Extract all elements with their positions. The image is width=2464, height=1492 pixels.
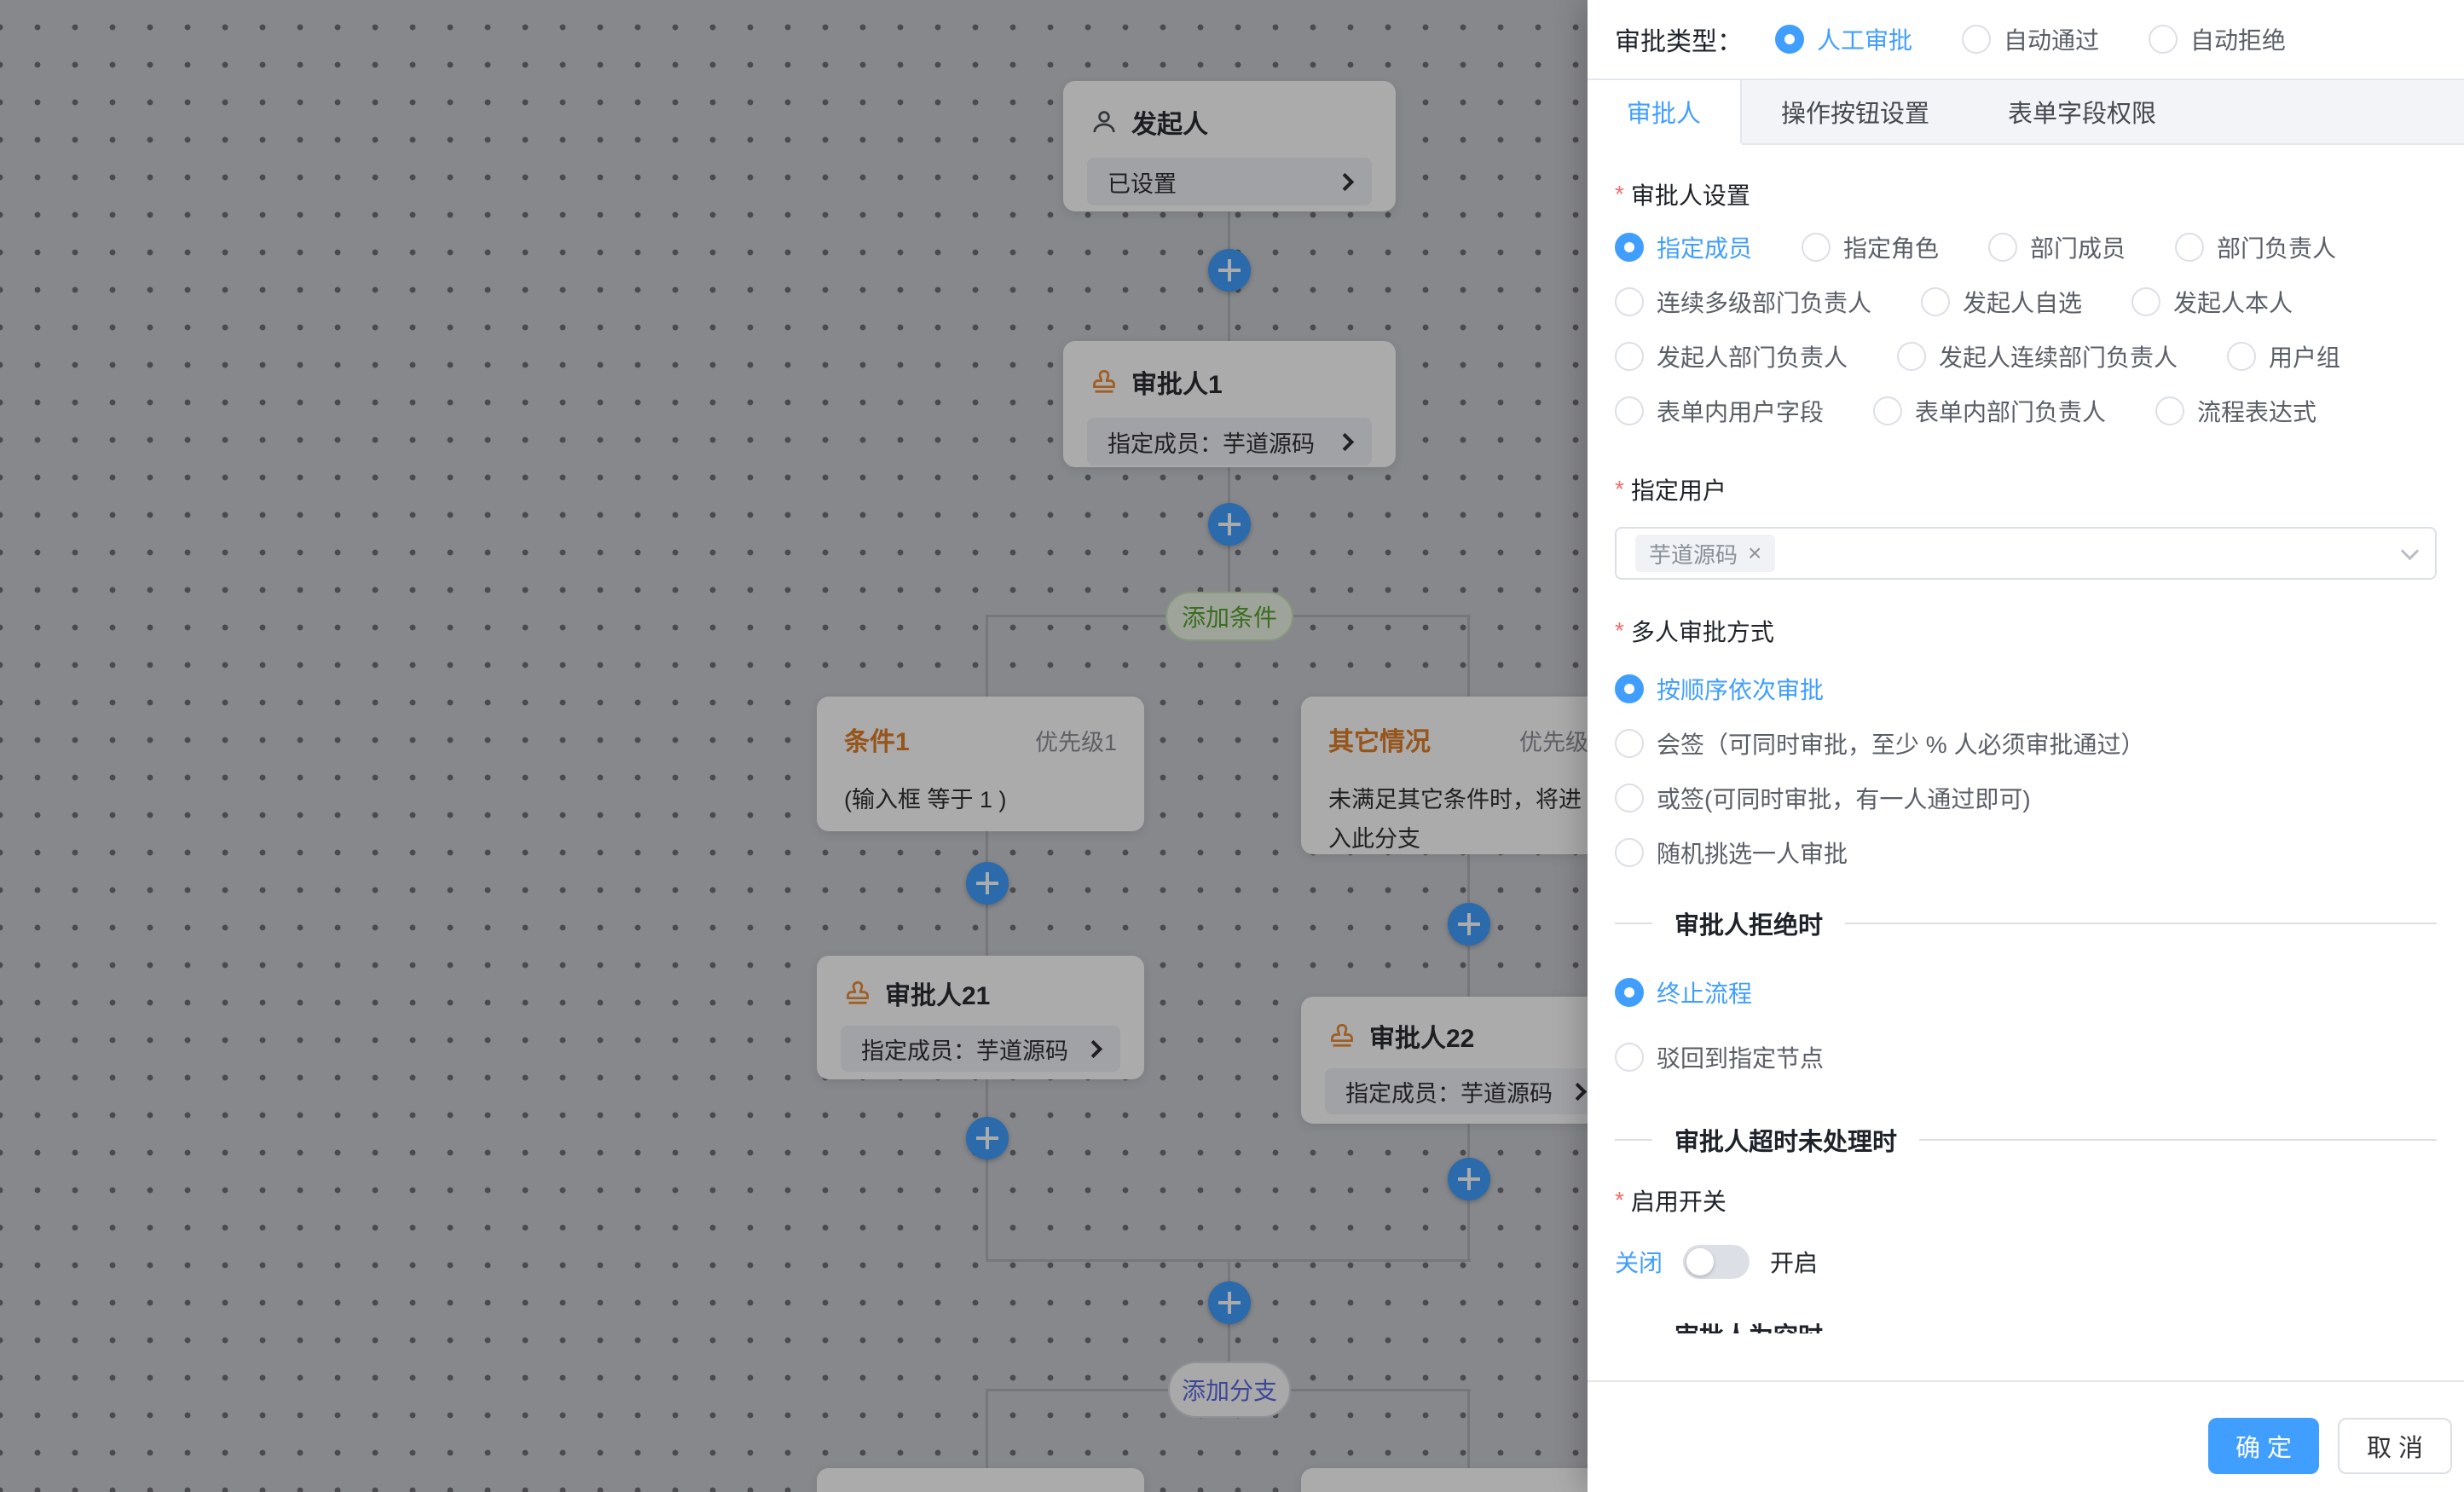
radio-initiator-multi-dept-leader[interactable]: 发起人连续部门负责人 xyxy=(1897,339,2178,373)
timeout-section-title: 审批人超时未处理时 xyxy=(1674,1122,1897,1158)
approval-type-row: 审批类型： 人工审批 自动通过 自动拒绝 xyxy=(1588,0,2464,78)
radio-process-expression[interactable]: 流程表达式 xyxy=(2155,394,2317,428)
approver-setting-row1: 指定成员 指定角色 部门成员 部门负责人 xyxy=(1615,230,2437,264)
assign-user-label: * 指定用户 xyxy=(1615,472,2437,506)
radio-dot xyxy=(2149,25,2178,54)
workflow-designer: 发起人 已设置 审批人1 指定成员：芋道源码 添加 xyxy=(0,0,2464,1492)
tab-action-buttons[interactable]: 操作按钮设置 xyxy=(1742,80,1969,143)
radio-initiator-dept-leader[interactable]: 发起人部门负责人 xyxy=(1615,339,1848,373)
radio-designated-member[interactable]: 指定成员 xyxy=(1615,230,1752,264)
multi-mode-option-countersign: 会签（可同时审批，至少 % 人必须审批通过） xyxy=(1615,726,2437,760)
approver-setting-row3: 发起人部门负责人 发起人连续部门负责人 用户组 xyxy=(1615,339,2437,373)
enable-switch-label: * 启用开关 xyxy=(1615,1183,2437,1217)
multi-approve-mode-label: * 多人审批方式 xyxy=(1615,614,2437,648)
radio-initiator-choose[interactable]: 发起人自选 xyxy=(1921,285,2082,319)
radio-dept-member[interactable]: 部门成员 xyxy=(1988,230,2126,264)
required-asterisk: * xyxy=(1615,476,1624,503)
drawer-body[interactable]: * 审批人设置 指定成员 指定角色 部门成员 部门负责人 连续 xyxy=(1588,145,2464,1333)
radio-form-dept-leader[interactable]: 表单内部门负责人 xyxy=(1873,394,2106,428)
confirm-button[interactable]: 确 定 xyxy=(2208,1418,2319,1474)
chevron-down-icon xyxy=(2401,541,2419,559)
tab-form-field-permissions[interactable]: 表单字段权限 xyxy=(1969,80,2195,143)
empty-approver-section-title: 审批人为空时 xyxy=(1674,1316,1823,1333)
approver-setting-label: * 审批人设置 xyxy=(1615,177,2437,211)
assign-user-select[interactable]: 芋道源码 × xyxy=(1615,527,2437,580)
approver-setting-row2: 连续多级部门负责人 发起人自选 发起人本人 xyxy=(1615,285,2437,319)
radio-designated-role[interactable]: 指定角色 xyxy=(1802,230,1939,264)
toggle-off-label: 关闭 xyxy=(1615,1245,1663,1279)
approval-type-label: 审批类型： xyxy=(1615,20,1743,58)
radio-user-group[interactable]: 用户组 xyxy=(2227,339,2340,373)
reject-option-return-node: 驳回到指定节点 xyxy=(1615,1040,2437,1074)
radio-dot xyxy=(1775,25,1804,54)
config-tabs: 审批人 操作按钮设置 表单字段权限 xyxy=(1588,78,2464,145)
tab-approver[interactable]: 审批人 xyxy=(1588,80,1742,143)
radio-form-user-field[interactable]: 表单内用户字段 xyxy=(1615,394,1824,428)
required-asterisk: * xyxy=(1615,617,1624,645)
radio-dept-leader[interactable]: 部门负责人 xyxy=(2175,230,2336,264)
timeout-toggle-row: 关闭 开启 xyxy=(1615,1243,2437,1281)
required-asterisk: * xyxy=(1615,181,1624,208)
reject-option-terminate: 终止流程 xyxy=(1615,975,2437,1009)
radio-dot xyxy=(1962,25,1991,54)
multi-mode-option-orsign: 或签(可同时审批，有一人通过即可) xyxy=(1615,781,2437,815)
reject-section-divider: 审批人拒绝时 xyxy=(1615,905,2437,941)
drawer-spacer xyxy=(1588,1333,2464,1380)
approver-setting-row4: 表单内用户字段 表单内部门负责人 流程表达式 xyxy=(1615,394,2437,428)
radio-multi-level-dept-leader[interactable]: 连续多级部门负责人 xyxy=(1615,285,1871,319)
timeout-toggle-switch[interactable] xyxy=(1683,1245,1750,1279)
tag-close-icon[interactable]: × xyxy=(1748,541,1761,565)
user-tag: 芋道源码 × xyxy=(1635,535,1775,572)
multi-mode-option-sequential: 按顺序依次审批 xyxy=(1615,672,2437,706)
radio-initiator-self[interactable]: 发起人本人 xyxy=(2131,285,2293,319)
multi-mode-option-random: 随机挑选一人审批 xyxy=(1615,836,2437,870)
approver-config-drawer: 审批类型： 人工审批 自动通过 自动拒绝 审批人 操作按钮设置 xyxy=(1588,0,2464,1492)
radio-auto-reject[interactable]: 自动拒绝 xyxy=(2149,22,2286,56)
reject-section-title: 审批人拒绝时 xyxy=(1674,905,1823,941)
required-asterisk: * xyxy=(1615,1187,1624,1214)
empty-approver-section-divider: 审批人为空时 xyxy=(1615,1316,2437,1333)
cancel-button[interactable]: 取 消 xyxy=(2338,1418,2452,1474)
timeout-section-divider: 审批人超时未处理时 xyxy=(1615,1122,2437,1158)
drawer-footer: 确 定 取 消 xyxy=(1588,1380,2464,1492)
user-tag-label: 芋道源码 xyxy=(1649,538,1738,570)
radio-manual-approval[interactable]: 人工审批 xyxy=(1775,22,1912,56)
radio-auto-pass[interactable]: 自动通过 xyxy=(1962,22,2099,56)
toggle-on-label: 开启 xyxy=(1770,1245,1818,1279)
